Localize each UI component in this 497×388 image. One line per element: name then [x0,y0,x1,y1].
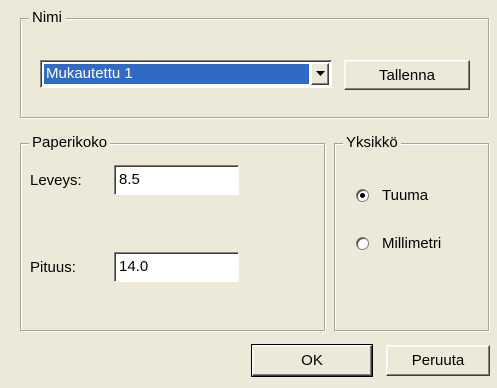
name-select[interactable]: Mukautettu 1 [40,60,332,88]
name-select-value: Mukautettu 1 [44,64,309,84]
unit-option-label: Tuuma [382,187,429,204]
height-label: Pituus: [30,259,76,276]
name-group-title: Nimi [29,9,65,27]
paper-size-group-title: Paperikoko [29,134,111,152]
radio-selected-icon[interactable] [356,189,369,202]
width-label: Leveys: [30,172,82,189]
save-button[interactable]: Tallenna [344,60,470,90]
unit-option-mm[interactable]: Millimetri [356,233,476,255]
unit-option-label: Millimetri [382,235,442,252]
unit-option-inch[interactable]: Tuuma [356,185,466,207]
width-field[interactable]: 8.5 [114,165,239,195]
height-field[interactable]: 14.0 [114,252,239,282]
ok-button[interactable]: OK [251,344,373,377]
unit-group-title: Yksikkö [343,134,401,152]
radio-unselected-icon[interactable] [356,237,369,250]
chevron-down-icon[interactable] [311,63,329,85]
cancel-button[interactable]: Peruuta [386,345,490,376]
